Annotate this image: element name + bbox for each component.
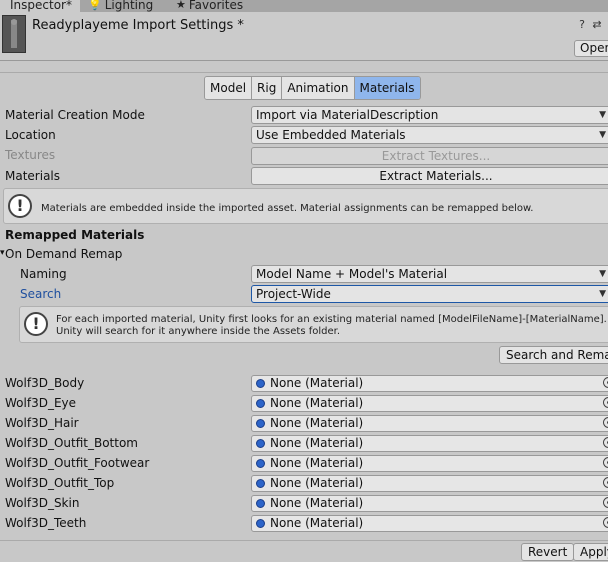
material-slot-label: Wolf3D_Skin [5,496,80,510]
material-slot-label: Wolf3D_Body [5,376,85,390]
material-icon [256,419,265,428]
material-icon [256,439,265,448]
help-icon[interactable]: ? [576,19,588,31]
material-object-value: None (Material) [270,376,364,390]
window-tab-bar: Inspector* 💡 Lighting ★ Favorites [0,0,608,12]
location-dropdown[interactable]: Use Embedded Materials ▼ [251,126,608,144]
chevron-down-icon: ▼ [599,269,606,279]
tab-inspector[interactable]: Inspector* [0,0,80,12]
material-slot-label: Wolf3D_Hair [5,416,79,430]
extract-materials-button[interactable]: Extract Materials... [251,167,608,185]
material-object-field[interactable]: None (Material) [251,495,608,512]
chevron-down-icon: ▼ [599,130,606,140]
search-label: Search [20,287,62,301]
material-icon [256,399,265,408]
material-object-field[interactable]: None (Material) [251,515,608,532]
material-object-field[interactable]: None (Material) [251,475,608,492]
tab-animation[interactable]: Animation [282,77,355,99]
material-object-field[interactable]: None (Material) [251,415,608,432]
object-picker-icon[interactable] [603,477,608,488]
search-and-remap-button[interactable]: Search and Remap [499,346,608,364]
chevron-down-icon: ▼ [599,289,606,299]
material-icon [256,499,265,508]
on-demand-remap-foldout[interactable]: On Demand Remap [5,247,122,261]
material-object-field[interactable]: None (Material) [251,455,608,472]
material-icon [256,519,265,528]
tab-materials[interactable]: Materials [354,77,420,99]
textures-label: Textures [5,148,56,162]
object-picker-icon[interactable] [603,417,608,428]
material-slot-label: Wolf3D_Eye [5,396,77,410]
foldout-arrow-icon[interactable]: ▾ [0,248,5,258]
materials-label: Materials [5,169,61,183]
search-dropdown[interactable]: Project-Wide ▼ [251,285,608,303]
material-object-value: None (Material) [270,476,364,490]
material-icon [256,479,265,488]
object-picker-icon[interactable] [603,497,608,508]
help-text-remap-2: Unity will search for it anywhere inside… [56,326,341,337]
warning-icon: ! [8,194,32,218]
star-icon: ★ [176,0,186,11]
warning-icon: ! [24,312,48,336]
preset-icon[interactable]: ⇄ [591,19,603,31]
material-icon [256,459,265,468]
object-picker-icon[interactable] [603,437,608,448]
tab-favorites[interactable]: ★ Favorites [176,0,256,12]
material-creation-mode-dropdown[interactable]: Import via MaterialDescription ▼ [251,106,608,124]
material-object-field[interactable]: None (Material) [251,375,608,392]
help-text-embedded: Materials are embedded inside the import… [41,203,534,214]
revert-button[interactable]: Revert [521,543,575,561]
tab-lighting[interactable]: 💡 Lighting [88,0,158,12]
page-title: Readyplayeme Import Settings * [32,18,244,33]
model-thumbnail [2,15,26,53]
footer-divider [0,540,608,541]
object-picker-icon[interactable] [603,397,608,408]
material-object-value: None (Material) [270,516,364,530]
chevron-down-icon: ▼ [599,110,606,120]
naming-dropdown[interactable]: Model Name + Model's Material ▼ [251,265,608,283]
remapped-materials-heading: Remapped Materials [5,228,145,242]
location-label: Location [5,128,56,142]
material-object-value: None (Material) [270,436,364,450]
object-picker-icon[interactable] [603,377,608,388]
object-picker-icon[interactable] [603,517,608,528]
material-slot-label: Wolf3D_Outfit_Footwear [5,456,150,470]
material-creation-mode-label: Material Creation Mode [5,108,145,122]
material-object-value: None (Material) [270,396,364,410]
material-object-value: None (Material) [270,496,364,510]
material-icon [256,379,265,388]
importer-tabs: Model Rig Animation Materials [204,76,421,100]
object-picker-icon[interactable] [603,457,608,468]
material-slot-label: Wolf3D_Teeth [5,516,87,530]
material-object-field[interactable]: None (Material) [251,435,608,452]
material-object-value: None (Material) [270,416,364,430]
content-divider [0,72,608,73]
material-slot-label: Wolf3D_Outfit_Bottom [5,436,138,450]
extract-textures-button[interactable]: Extract Textures... [251,147,608,165]
tab-rig[interactable]: Rig [252,77,283,99]
lightbulb-icon: 💡 [88,0,102,11]
material-slot-label: Wolf3D_Outfit_Top [5,476,115,490]
material-object-value: None (Material) [270,456,364,470]
apply-button[interactable]: Apply [573,543,608,561]
open-button[interactable]: Open [574,40,608,57]
tab-model[interactable]: Model [205,77,253,99]
header-divider [0,60,608,61]
naming-label: Naming [20,267,67,281]
material-object-field[interactable]: None (Material) [251,395,608,412]
